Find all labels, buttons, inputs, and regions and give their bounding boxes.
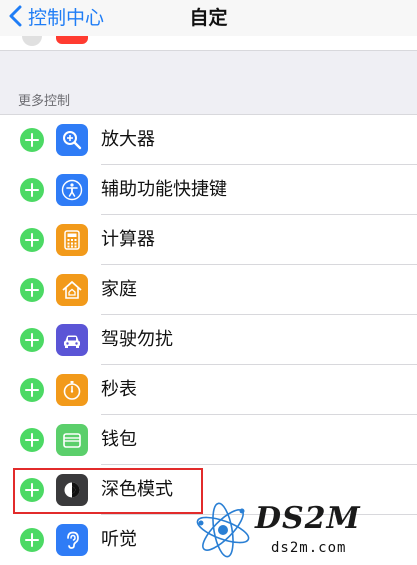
control-label: 放大器: [101, 129, 155, 150]
control-row-stopwatch[interactable]: 秒表: [0, 365, 417, 415]
control-label: 秒表: [101, 379, 137, 400]
car-icon: [56, 324, 88, 356]
page-title: 自定: [189, 7, 228, 29]
control-label: 听觉: [101, 529, 137, 550]
add-icon[interactable]: [20, 128, 44, 152]
control-label: 家庭: [101, 279, 137, 300]
add-icon[interactable]: [20, 428, 44, 452]
section-header: 更多控制: [18, 94, 71, 109]
watermark: DS2M ds2m.com: [185, 495, 417, 565]
previous-section-row: [0, 36, 417, 51]
watermark-url: ds2m.com: [271, 540, 347, 556]
control-row-calculator[interactable]: 计算器: [0, 215, 417, 265]
add-icon[interactable]: [20, 328, 44, 352]
magnifier-icon: [56, 124, 88, 156]
atom-logo-icon: [196, 502, 250, 558]
app-icon: [56, 36, 88, 44]
control-label: 驾驶勿扰: [101, 329, 173, 350]
stopwatch-icon: [56, 374, 88, 406]
add-icon[interactable]: [20, 228, 44, 252]
add-icon[interactable]: [20, 378, 44, 402]
add-icon[interactable]: [20, 278, 44, 302]
accessibility-icon: [56, 174, 88, 206]
watermark-logo: DS2M: [255, 501, 361, 536]
control-row-accessibility-shortcut[interactable]: 辅助功能快捷键: [0, 165, 417, 215]
add-icon[interactable]: [20, 178, 44, 202]
add-icon[interactable]: [20, 528, 44, 552]
highlight-box: [13, 468, 203, 514]
calculator-icon: [56, 224, 88, 256]
control-row-do-not-disturb-driving[interactable]: 驾驶勿扰: [0, 315, 417, 365]
control-row-home[interactable]: 家庭: [0, 265, 417, 315]
control-label: 辅助功能快捷键: [101, 179, 227, 200]
home-icon: [56, 274, 88, 306]
control-row-wallet[interactable]: 钱包: [0, 415, 417, 465]
control-label: 钱包: [101, 429, 137, 450]
control-row-magnifier[interactable]: 放大器: [0, 115, 417, 165]
remove-icon: [22, 36, 42, 46]
navigation-bar: 控制中心 自定: [0, 0, 417, 36]
control-label: 计算器: [101, 229, 155, 250]
ear-icon: [56, 524, 88, 556]
wallet-icon: [56, 424, 88, 456]
